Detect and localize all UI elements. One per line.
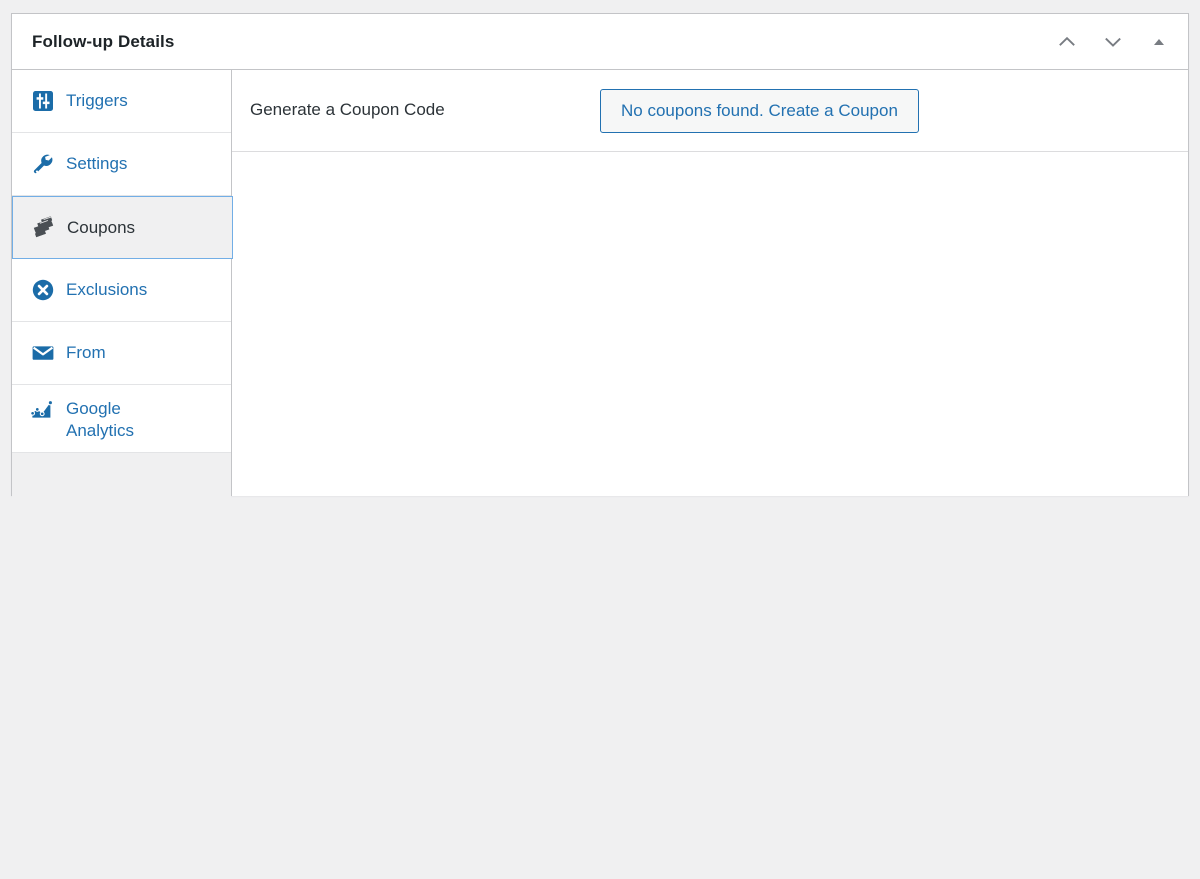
sidebar-item-label: Google Analytics	[66, 399, 135, 440]
move-down-button[interactable]	[1096, 25, 1130, 59]
coupon-code-control: No coupons found. Create a Coupon	[600, 88, 1164, 133]
sidebar-item-google-analytics[interactable]: Google Analytics	[12, 385, 231, 453]
sidebar-item-from[interactable]: From	[12, 322, 231, 385]
sidebar-item-settings[interactable]: Settings	[12, 133, 231, 196]
sidebar-item-exclusions[interactable]: Exclusions	[12, 259, 231, 322]
create-coupon-button[interactable]: No coupons found. Create a Coupon	[600, 88, 919, 133]
toggle-panel-button[interactable]	[1142, 25, 1176, 59]
coupon-code-row: Generate a Coupon Code No coupons found.…	[232, 70, 1188, 152]
coupons-icon	[31, 215, 57, 241]
panel-header: Follow-up Details	[12, 14, 1188, 70]
move-up-button[interactable]	[1050, 25, 1084, 59]
page-title: Follow-up Details	[32, 31, 175, 51]
sidebar-item-label: From	[66, 343, 106, 363]
follow-up-details-panel: Follow-up Details Triggers Settings Coup…	[11, 13, 1189, 879]
chevron-down-icon	[1102, 31, 1124, 53]
sidebar-item-label: Exclusions	[66, 280, 148, 300]
sidebar-filler	[12, 452, 231, 879]
analytics-chart-icon	[30, 398, 56, 424]
wrench-icon	[30, 151, 56, 177]
sidebar-item-label: Triggers	[66, 91, 128, 111]
chevron-up-icon	[1056, 31, 1078, 53]
sidebar-item-coupons[interactable]: Coupons	[12, 196, 233, 259]
settings-content: Generate a Coupon Code No coupons found.…	[232, 70, 1188, 496]
coupon-code-label: Generate a Coupon Code	[250, 100, 445, 120]
triangle-up-icon	[1149, 32, 1169, 52]
settings-sidebar: Triggers Settings Coupons Exclusions Fro…	[12, 70, 233, 879]
sidebar-item-label: Coupons	[67, 217, 136, 237]
envelope-icon	[30, 340, 56, 366]
circle-x-icon	[30, 277, 56, 303]
sidebar-item-triggers[interactable]: Triggers	[12, 70, 231, 133]
panel-header-controls	[1050, 25, 1176, 59]
content-empty-area	[232, 152, 1188, 578]
sliders-icon	[30, 88, 56, 114]
panel-body: Triggers Settings Coupons Exclusions Fro…	[12, 70, 1188, 879]
sidebar-item-label: Settings	[66, 154, 128, 174]
